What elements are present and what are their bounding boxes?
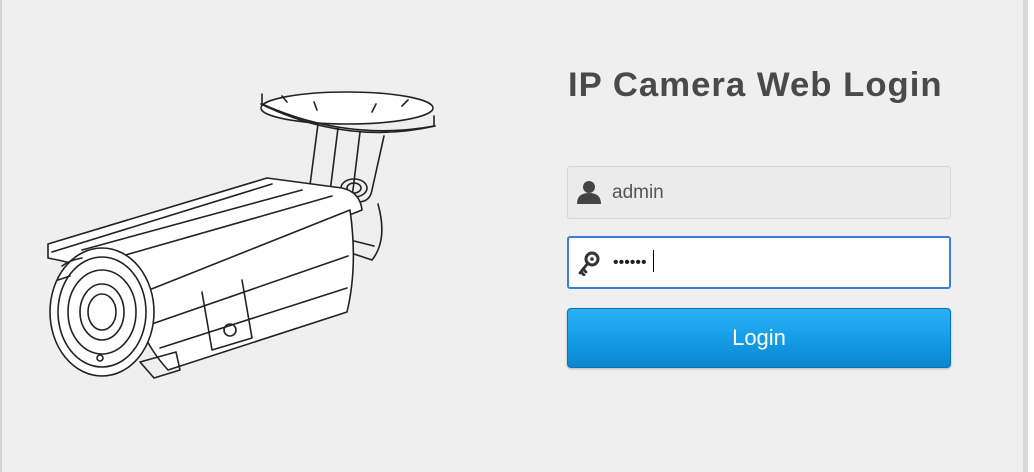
key-icon xyxy=(578,251,600,276)
password-field[interactable] xyxy=(567,236,951,289)
page-title: IP Camera Web Login xyxy=(568,66,943,104)
username-field[interactable] xyxy=(567,166,951,219)
password-input[interactable] xyxy=(613,238,933,287)
text-cursor xyxy=(653,250,654,272)
login-panel: IP Camera Web Login Login xyxy=(0,0,1028,472)
username-input[interactable] xyxy=(612,167,932,218)
login-button[interactable]: Login xyxy=(567,308,951,368)
user-icon xyxy=(577,181,601,204)
security-camera-icon xyxy=(47,91,436,379)
